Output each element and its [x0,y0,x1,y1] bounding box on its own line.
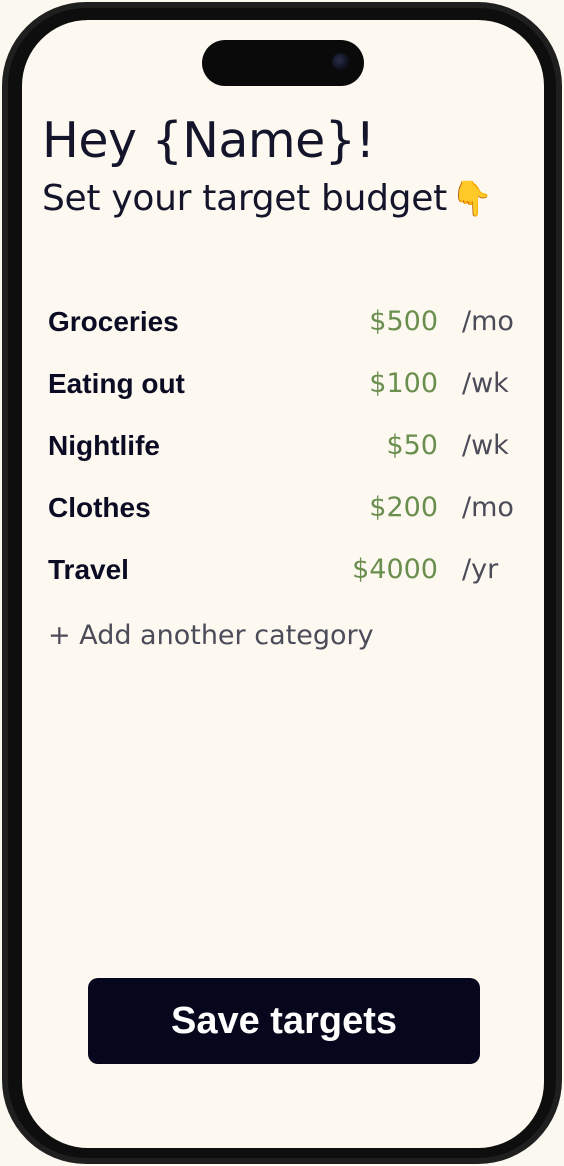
amount-input[interactable]: $200 [369,486,438,530]
phone-frame: Hey {Name}! Set your target budget 👇 Groc… [2,2,562,1164]
budget-row-travel[interactable]: Travel $4000 /yr [48,548,528,610]
amount-input[interactable]: $100 [369,362,438,406]
save-targets-button[interactable]: Save targets [88,978,480,1064]
amount-input[interactable]: $500 [369,300,438,344]
greeting-title: Hey {Name}! [42,112,375,169]
period-select[interactable]: /wk [462,362,509,406]
pointing-down-icon: 👇 [450,179,493,219]
budget-list: Groceries $500 /mo Eating out $100 /wk N… [48,300,528,610]
category-label: Clothes [48,492,151,523]
amount-input[interactable]: $4000 [352,548,438,592]
period-select[interactable]: /wk [462,424,509,468]
budget-row-clothes[interactable]: Clothes $200 /mo [48,486,528,548]
period-select[interactable]: /mo [462,300,514,344]
camera-icon [332,53,350,71]
category-label: Groceries [48,306,179,337]
budget-row-eating-out[interactable]: Eating out $100 /wk [48,362,528,424]
subtitle-text: Set your target budget [42,178,447,219]
category-label: Eating out [48,368,185,399]
dynamic-island [202,40,364,86]
app-screen: Hey {Name}! Set your target budget 👇 Groc… [22,20,544,1148]
add-category-link[interactable]: + Add another category [48,614,374,658]
budget-row-groceries[interactable]: Groceries $500 /mo [48,300,528,362]
category-label: Nightlife [48,430,160,461]
period-select[interactable]: /mo [462,486,514,530]
category-label: Travel [48,554,129,585]
amount-input[interactable]: $50 [386,424,438,468]
page-subtitle: Set your target budget 👇 [42,178,493,219]
budget-row-nightlife[interactable]: Nightlife $50 /wk [48,424,528,486]
period-select[interactable]: /yr [462,548,498,592]
